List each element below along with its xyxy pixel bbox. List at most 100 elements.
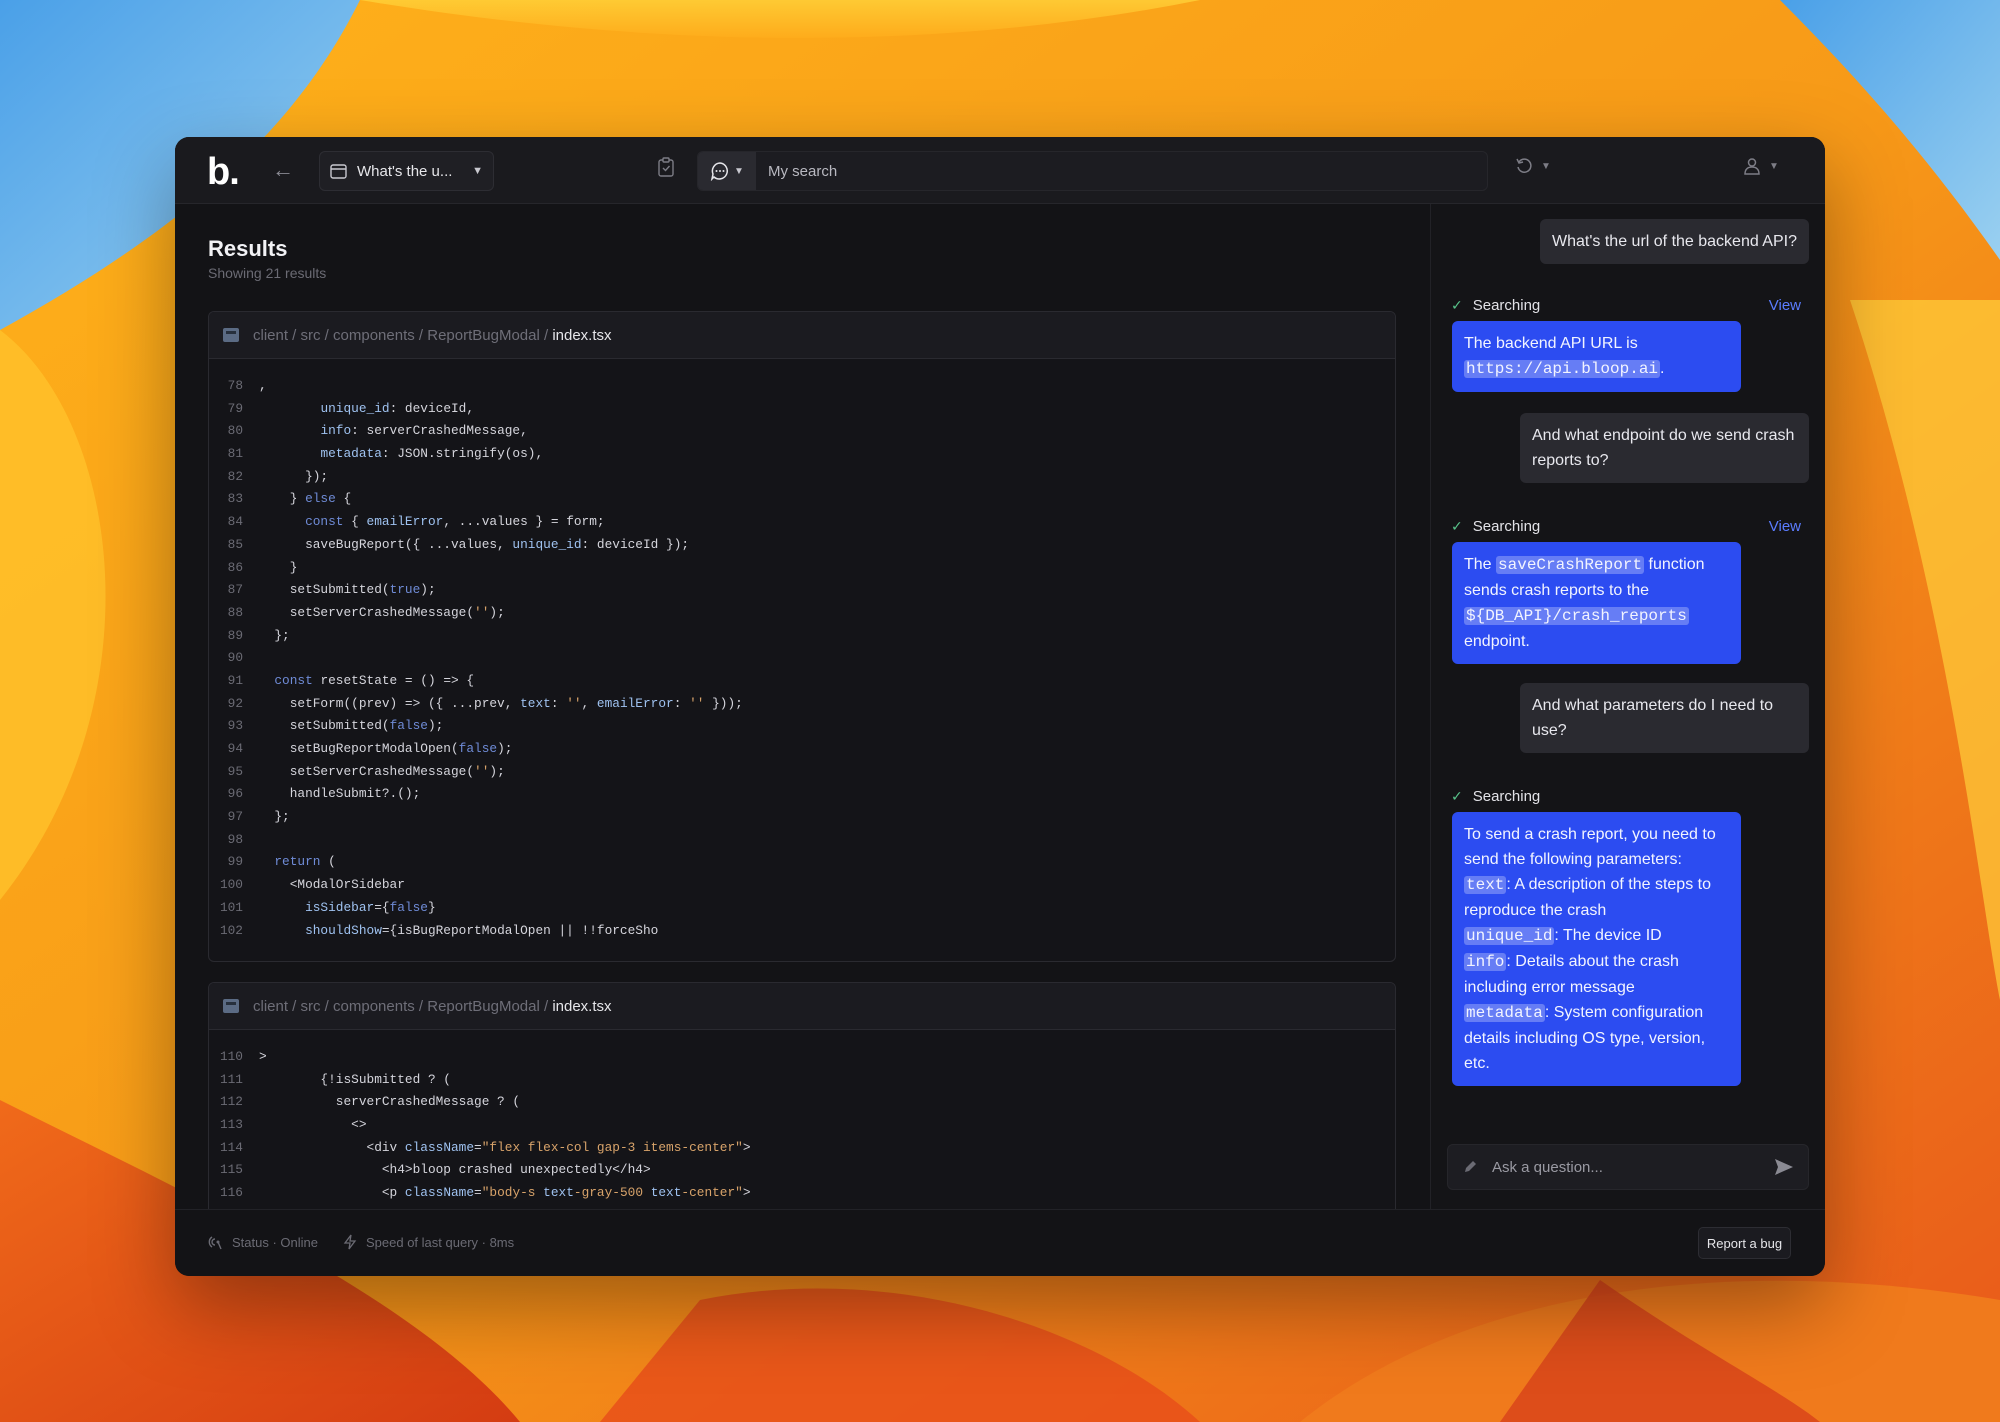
line-number: 114 bbox=[219, 1139, 243, 1155]
search-status: ✓ Searching bbox=[1451, 785, 1801, 807]
search-mode-toggle[interactable]: ▼ bbox=[698, 152, 756, 190]
user-menu-button[interactable]: ▼ bbox=[1743, 157, 1779, 175]
code-text: <p className="body-s text-gray-500 text-… bbox=[259, 1185, 751, 1201]
code-text: <h4>bloop crashed unexpectedly</h4> bbox=[259, 1162, 651, 1178]
code-text: }; bbox=[259, 627, 290, 643]
chat-bubble-icon bbox=[710, 162, 729, 181]
line-number: 83 bbox=[227, 491, 243, 507]
query-speed: Speed of last query · 8ms bbox=[342, 1234, 514, 1250]
code-line: 111 {!isSubmitted ? ( bbox=[209, 1069, 1395, 1092]
code-result-header[interactable]: client / src / components / ReportBugMod… bbox=[209, 312, 1395, 359]
code-line: 97 }; bbox=[209, 806, 1395, 829]
line-number: 91 bbox=[227, 672, 243, 688]
view-link[interactable]: View bbox=[1769, 518, 1801, 535]
code-line: 94 setBugReportModalOpen(false); bbox=[209, 738, 1395, 761]
caret-down-icon: ▼ bbox=[472, 165, 483, 177]
line-number: 115 bbox=[219, 1162, 243, 1178]
line-number: 113 bbox=[219, 1117, 243, 1133]
search-input[interactable] bbox=[768, 152, 1468, 190]
code-text: setForm((prev) => ({ ...prev, text: '', … bbox=[259, 695, 743, 711]
code-text: <> bbox=[259, 1117, 367, 1133]
clipboard-button[interactable] bbox=[657, 157, 683, 185]
code-line: 82 }); bbox=[209, 466, 1395, 489]
speed-text: Speed of last query · 8ms bbox=[366, 1234, 515, 1250]
code-text: } bbox=[259, 559, 298, 575]
parameter-item: info: Details about the crash including … bbox=[1464, 953, 1679, 996]
line-number: 78 bbox=[227, 378, 243, 393]
line-number: 100 bbox=[219, 877, 243, 893]
repo-select[interactable]: What's the u... ▼ bbox=[319, 151, 494, 191]
line-number: 95 bbox=[227, 763, 243, 779]
file-name[interactable]: index.tsx bbox=[552, 998, 611, 1015]
tsx-file-icon bbox=[223, 999, 239, 1013]
parameter-item: unique_id: The device ID bbox=[1464, 927, 1662, 945]
line-number: 116 bbox=[219, 1185, 243, 1201]
ask-input[interactable] bbox=[1492, 1158, 1760, 1176]
chat-panel: What's the url of the backend API? ✓ Sea… bbox=[1430, 204, 1825, 1209]
code-line: 84 const { emailError, ...values } = for… bbox=[209, 511, 1395, 534]
ask-box bbox=[1447, 1144, 1809, 1190]
code-result-card[interactable]: client / src / components / ReportBugMod… bbox=[208, 982, 1396, 1209]
code-text: const { emailError, ...values } = form; bbox=[305, 514, 605, 530]
repo-select-label: What's the u... bbox=[357, 162, 453, 180]
code-text: setServerCrashedMessage(''); bbox=[259, 604, 505, 620]
code-line: 100 <ModalOrSidebar bbox=[209, 874, 1395, 897]
code-text: unique_id: deviceId, bbox=[320, 400, 475, 416]
back-button[interactable]: ← bbox=[269, 157, 297, 185]
code-text: setSubmitted(false); bbox=[259, 718, 444, 734]
app-window: b. ← What's the u... ▼ ▼ My search ▼ ▼ R… bbox=[175, 137, 1825, 1276]
parameter-list: text: A description of the steps to repr… bbox=[1464, 872, 1729, 1076]
user-message: And what parameters do I need to use? bbox=[1520, 683, 1809, 753]
line-number: 92 bbox=[227, 695, 243, 711]
line-number: 101 bbox=[219, 899, 243, 915]
line-number: 112 bbox=[219, 1094, 243, 1110]
search-status-label: Searching bbox=[1472, 787, 1541, 805]
line-number: 87 bbox=[227, 582, 243, 598]
view-link[interactable]: View bbox=[1769, 297, 1801, 314]
code-line: 81 metadata: JSON.stringify(os), bbox=[209, 443, 1395, 466]
line-number: 110 bbox=[219, 1049, 243, 1064]
code-text: }; bbox=[259, 809, 290, 825]
code-result-header[interactable]: client / src / components / ReportBugMod… bbox=[209, 983, 1395, 1030]
code-line: 114 <div className="flex flex-col gap-3 … bbox=[209, 1137, 1395, 1160]
code-line: 101 isSidebar={false} bbox=[209, 897, 1395, 920]
line-number: 98 bbox=[227, 831, 243, 847]
code-result-card[interactable]: client / src / components / ReportBugMod… bbox=[208, 311, 1396, 962]
code-line: 93 setSubmitted(false); bbox=[209, 715, 1395, 738]
search-status: ✓ Searching View bbox=[1451, 515, 1801, 537]
search-box: ▼ bbox=[697, 151, 1488, 191]
arrow-left-icon: ← bbox=[272, 157, 294, 182]
line-number: 90 bbox=[227, 650, 243, 666]
pen-icon bbox=[1465, 1161, 1476, 1172]
line-number: 97 bbox=[227, 809, 243, 825]
send-icon[interactable] bbox=[1774, 1158, 1794, 1176]
line-number: 89 bbox=[227, 627, 243, 643]
connection-status: Status · Online bbox=[208, 1234, 318, 1250]
check-icon: ✓ bbox=[1451, 517, 1463, 534]
line-number: 79 bbox=[227, 400, 243, 416]
check-icon: ✓ bbox=[1451, 787, 1463, 804]
browser-window-icon bbox=[330, 163, 347, 179]
code-line: 83 } else { bbox=[209, 488, 1395, 511]
code-line: 95 setServerCrashedMessage(''); bbox=[209, 761, 1395, 784]
code-line: 98 bbox=[209, 829, 1395, 852]
code-text: serverCrashedMessage ? ( bbox=[259, 1094, 521, 1110]
caret-down-icon: ▼ bbox=[1541, 160, 1551, 172]
code-line: 88 setServerCrashedMessage(''); bbox=[209, 602, 1395, 625]
code-text: shouldShow={isBugReportModalOpen || !!fo… bbox=[305, 922, 659, 938]
lightning-icon bbox=[343, 1234, 357, 1250]
user-icon bbox=[1744, 158, 1760, 175]
line-number: 88 bbox=[227, 604, 243, 620]
line-number: 93 bbox=[227, 718, 243, 734]
history-button[interactable]: ▼ bbox=[1515, 157, 1551, 175]
app-logo[interactable]: b. bbox=[207, 151, 240, 194]
report-bug-button[interactable]: Report a bug bbox=[1698, 1227, 1791, 1259]
code-text: <div className="flex flex-col gap-3 item… bbox=[259, 1139, 751, 1155]
file-name[interactable]: index.tsx bbox=[552, 327, 611, 344]
results-panel: Results Showing 21 results client / src … bbox=[175, 204, 1430, 1209]
code-line: 86 } bbox=[209, 557, 1395, 580]
line-number: 84 bbox=[227, 514, 243, 530]
caret-down-icon: ▼ bbox=[1769, 160, 1779, 172]
code-snippet: 78, 79 unique_id: deviceId, 80 info: serve… bbox=[209, 359, 1395, 942]
